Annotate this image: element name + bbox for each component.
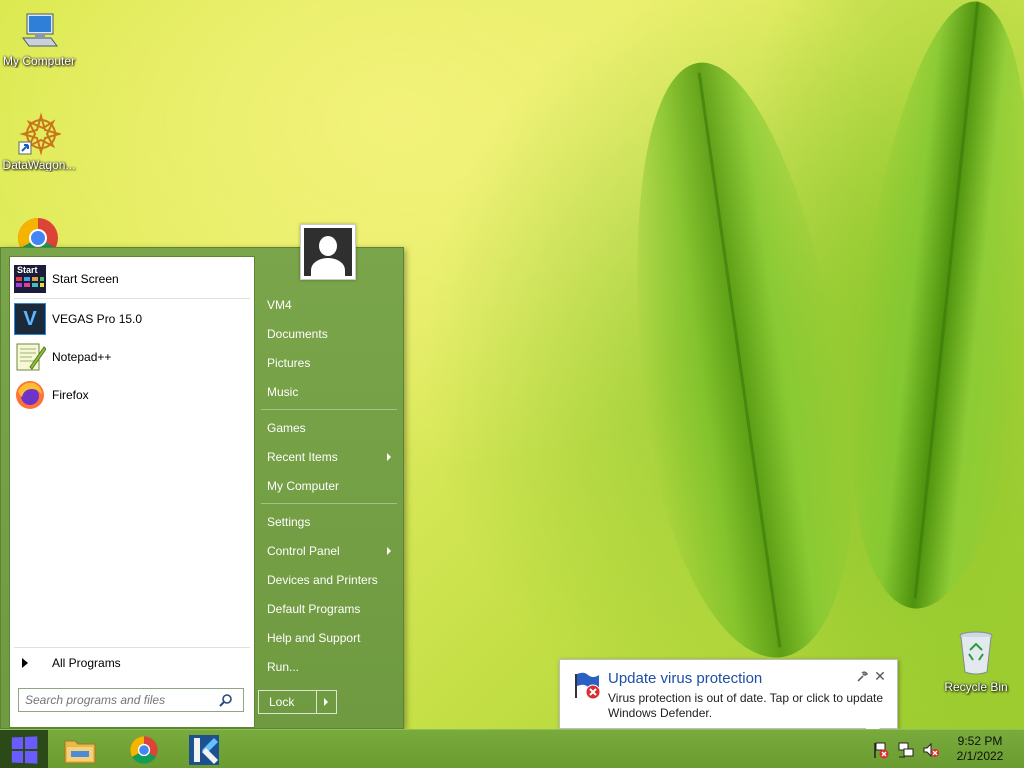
- start-menu: Start Start Screen V VEGAS Pro 15.0 Note…: [0, 247, 404, 729]
- action-center-warning-icon[interactable]: [872, 741, 890, 759]
- start-menu-link-label: Settings: [267, 515, 311, 529]
- volume-muted-icon[interactable]: [922, 741, 940, 759]
- start-menu-link-label: Recent Items: [267, 450, 338, 464]
- search-input[interactable]: [19, 690, 215, 710]
- taskbar: 9:52 PM 2/1/2022: [0, 729, 1024, 768]
- submenu-arrow-icon: [387, 453, 391, 461]
- start-menu-item-start-screen[interactable]: Start Start Screen: [14, 261, 250, 297]
- lock-button-label: Lock: [259, 691, 317, 713]
- chrome-icon: [130, 735, 158, 764]
- desktop-icon-label: DataWagon...: [2, 158, 76, 172]
- start-menu-item-label: Notepad++: [52, 350, 112, 364]
- desktop-icon-chrome[interactable]: [16, 216, 60, 250]
- start-menu-search-box[interactable]: [18, 688, 244, 712]
- user-account-picture[interactable]: [300, 224, 356, 280]
- taskbar-chrome[interactable]: [124, 732, 164, 767]
- lock-button[interactable]: Lock: [258, 690, 337, 714]
- firefox-icon: [14, 379, 46, 411]
- network-icon[interactable]: [897, 741, 915, 759]
- chrome-icon: [18, 218, 58, 250]
- start-menu-item-vegas-pro[interactable]: V VEGAS Pro 15.0: [14, 301, 250, 337]
- start-menu-link-my-computer[interactable]: My Computer: [259, 473, 399, 499]
- start-menu-link-label: Devices and Printers: [267, 573, 378, 587]
- action-center-flag-icon: [572, 670, 602, 700]
- taskbar-kodi[interactable]: [184, 732, 224, 767]
- recycle-bin-icon: [956, 630, 996, 676]
- start-screen-icon: Start: [14, 263, 46, 295]
- start-menu-link-label: Run...: [267, 660, 300, 674]
- vegas-badge: V: [23, 307, 37, 330]
- notepadpp-icon: [14, 341, 47, 373]
- wallpaper-leaf: [828, 0, 1024, 618]
- start-menu-item-label: Firefox: [52, 388, 89, 402]
- expand-arrow-icon: [22, 658, 28, 668]
- start-menu-item-label: VEGAS Pro 15.0: [52, 312, 143, 326]
- start-menu-link-music[interactable]: Music: [259, 379, 399, 405]
- taskbar-file-explorer[interactable]: [60, 732, 100, 767]
- power-options-arrow-icon[interactable]: [324, 698, 328, 706]
- desktop-icon-label: My Computer: [2, 54, 76, 68]
- start-menu-link-label: Default Programs: [267, 602, 361, 616]
- start-menu-link-vm4[interactable]: VM4: [259, 292, 399, 318]
- user-avatar-icon: [304, 228, 352, 276]
- start-menu-link-control-panel[interactable]: Control Panel: [259, 538, 399, 564]
- defender-notification[interactable]: Update virus protection Virus protection…: [559, 659, 898, 744]
- wrench-icon[interactable]: [856, 671, 869, 683]
- start-menu-link-label: VM4: [267, 298, 292, 312]
- start-menu-link-default-programs[interactable]: Default Programs: [259, 596, 399, 622]
- start-menu-programs-pane: Start Start Screen V VEGAS Pro 15.0 Note…: [9, 256, 255, 728]
- desktop-icon-datawagon[interactable]: DataWagon...: [0, 112, 78, 172]
- start-menu-separator: [14, 647, 250, 648]
- start-menu-item-label: Start Screen: [52, 272, 119, 286]
- start-menu-link-settings[interactable]: Settings: [259, 509, 399, 535]
- start-menu-link-label: Music: [267, 385, 299, 399]
- start-menu-link-label: Help and Support: [267, 631, 361, 645]
- close-icon[interactable]: ✕: [873, 668, 887, 684]
- start-menu-link-documents[interactable]: Documents: [259, 321, 399, 347]
- desktop-icon-label: Recycle Bin: [944, 680, 1008, 694]
- start-menu-link-devices-printers[interactable]: Devices and Printers: [259, 567, 399, 593]
- start-menu-link-label: Games: [267, 421, 306, 435]
- start-menu-separator: [261, 503, 397, 504]
- windows-logo-icon: [11, 735, 38, 764]
- file-explorer-icon: [64, 740, 96, 763]
- start-menu-item-notepadpp[interactable]: Notepad++: [14, 339, 250, 375]
- notification-body: Virus protection is out of date. Tap or …: [608, 691, 884, 720]
- start-screen-badge: Start: [17, 265, 38, 275]
- taskbar-clock[interactable]: 9:52 PM 2/1/2022: [944, 734, 1016, 764]
- clock-time: 9:52 PM: [957, 734, 1003, 748]
- clock-date: 2/1/2022: [956, 749, 1004, 763]
- start-menu-link-label: My Computer: [267, 479, 340, 493]
- start-menu-link-pictures[interactable]: Pictures: [259, 350, 399, 376]
- start-menu-separator: [261, 409, 397, 410]
- desktop-icon-my-computer[interactable]: My Computer: [0, 8, 78, 68]
- submenu-arrow-icon: [387, 547, 391, 555]
- start-menu-link-help-support[interactable]: Help and Support: [259, 625, 399, 651]
- start-menu-separator: [14, 298, 250, 299]
- datawagon-icon: [17, 112, 63, 156]
- start-menu-link-label: Documents: [267, 327, 328, 341]
- start-menu-link-games[interactable]: Games: [259, 415, 399, 441]
- all-programs-label: All Programs: [52, 656, 121, 670]
- desktop-icon-recycle-bin[interactable]: Recycle Bin: [940, 630, 1012, 694]
- computer-icon: [17, 8, 61, 52]
- start-menu-link-run[interactable]: Run...: [259, 654, 399, 680]
- start-menu-link-label: Pictures: [267, 356, 311, 370]
- start-button[interactable]: [0, 730, 48, 768]
- kodi-icon: [189, 734, 219, 765]
- all-programs-button[interactable]: All Programs: [14, 651, 250, 675]
- start-menu-link-recent-items[interactable]: Recent Items: [259, 444, 399, 470]
- notification-title: Update virus protection: [608, 670, 763, 687]
- start-menu-link-label: Control Panel: [267, 544, 340, 558]
- vegas-icon: V: [14, 303, 46, 335]
- start-menu-item-firefox[interactable]: Firefox: [14, 377, 250, 413]
- search-icon[interactable]: [219, 693, 233, 707]
